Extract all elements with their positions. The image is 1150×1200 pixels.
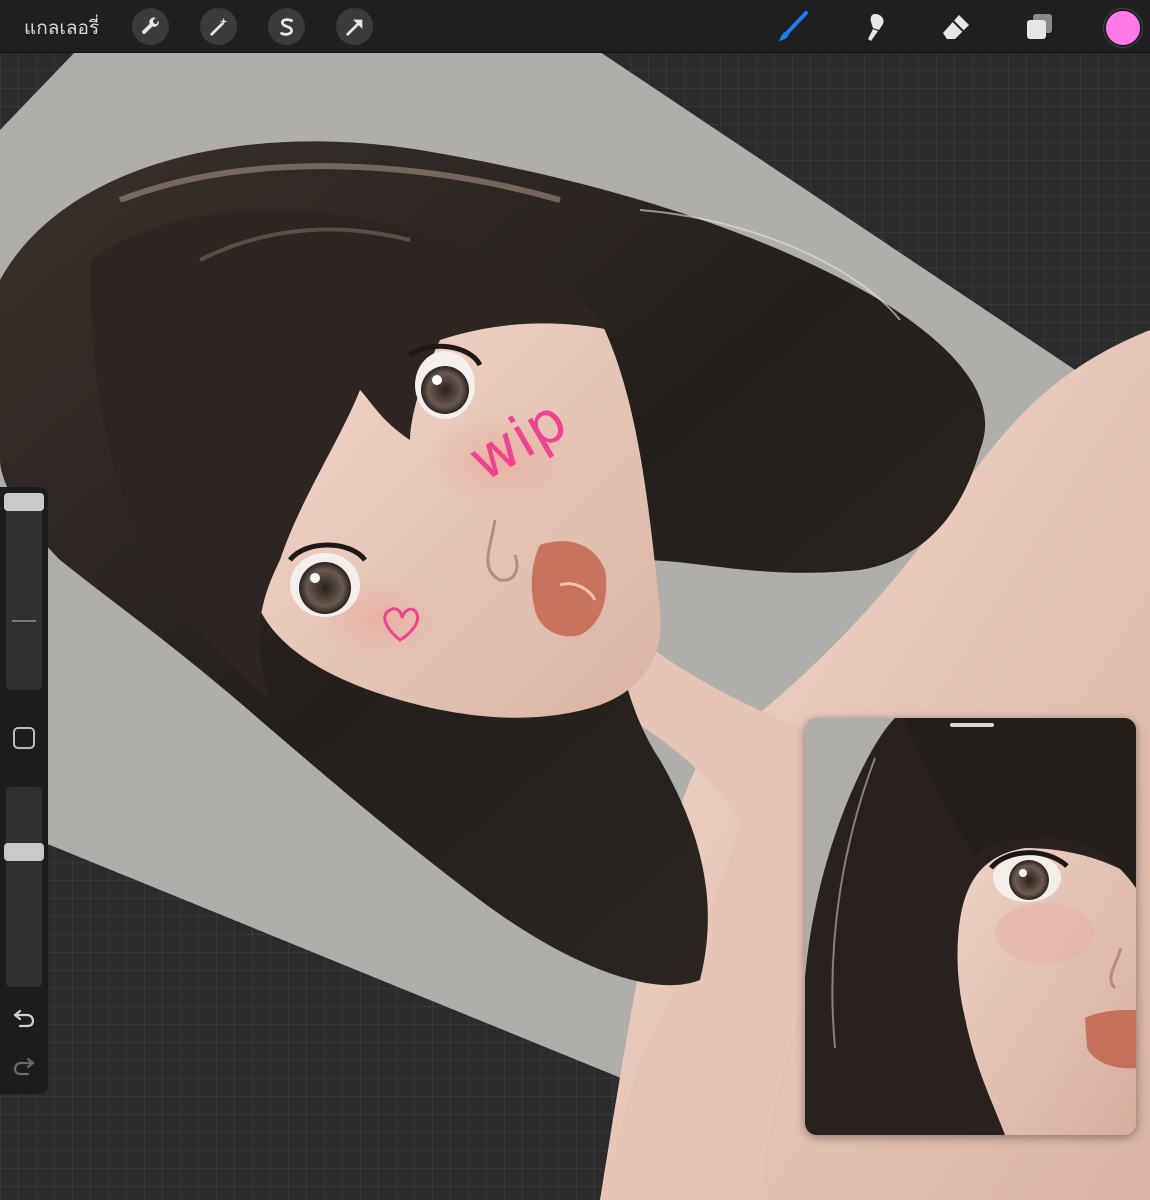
redo-icon[interactable] bbox=[12, 1053, 36, 1077]
opacity-slider[interactable] bbox=[6, 787, 42, 987]
layers-icon bbox=[1027, 14, 1052, 39]
actions-button[interactable] bbox=[132, 8, 169, 45]
selection-button[interactable] bbox=[268, 8, 305, 45]
top-toolbar: แกลเลอรี่ bbox=[0, 0, 1150, 53]
move-arrow-icon bbox=[345, 19, 362, 36]
brush-icon bbox=[779, 11, 808, 41]
smudge-button[interactable] bbox=[856, 8, 894, 46]
modify-square-icon[interactable] bbox=[13, 727, 35, 749]
selection-s-icon bbox=[279, 17, 293, 36]
reference-image bbox=[805, 718, 1136, 1135]
iris-upper bbox=[421, 366, 469, 414]
slider-tick bbox=[12, 620, 36, 622]
left-sidebar bbox=[0, 487, 48, 1094]
lips-shape bbox=[531, 541, 607, 637]
magic-wand-icon bbox=[209, 17, 227, 36]
eye-highlight bbox=[310, 573, 320, 583]
layers-button[interactable] bbox=[1020, 8, 1058, 46]
smudge-icon bbox=[868, 14, 884, 41]
reference-drag-handle[interactable] bbox=[950, 723, 994, 727]
brush-size-slider[interactable] bbox=[6, 495, 42, 690]
eraser-button[interactable] bbox=[938, 8, 976, 46]
opacity-thumb[interactable] bbox=[4, 843, 44, 861]
eraser-icon bbox=[943, 15, 969, 39]
eye-highlight bbox=[432, 375, 442, 385]
brush-button[interactable] bbox=[774, 8, 812, 46]
eye-highlight bbox=[1019, 869, 1027, 877]
reference-blush bbox=[995, 903, 1095, 963]
color-picker-button[interactable] bbox=[1104, 9, 1142, 47]
reference-iris bbox=[1009, 860, 1049, 900]
iris-lower bbox=[299, 562, 351, 614]
transform-button[interactable] bbox=[336, 8, 373, 45]
wrench-icon bbox=[141, 17, 159, 34]
undo-icon[interactable] bbox=[12, 1005, 36, 1029]
brush-size-thumb[interactable] bbox=[4, 493, 44, 511]
gallery-button[interactable]: แกลเลอรี่ bbox=[24, 13, 99, 43]
reference-window[interactable] bbox=[805, 718, 1136, 1135]
adjustments-button[interactable] bbox=[200, 8, 237, 45]
